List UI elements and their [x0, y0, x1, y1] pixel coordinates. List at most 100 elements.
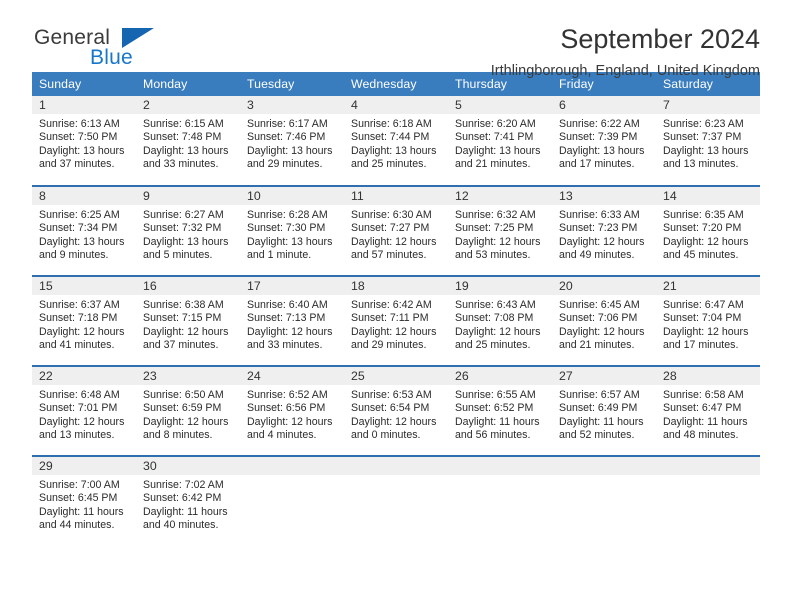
day-details: Sunrise: 6:37 AM Sunset: 7:18 PM Daylight:…	[32, 295, 136, 353]
day-number: 5	[448, 96, 552, 114]
calendar-day-cell[interactable]: 24 Sunrise: 6:52 AM Sunset: 6:56 PM Dayligh…	[240, 365, 344, 456]
day-number: 11	[344, 187, 448, 205]
calendar-day-cell[interactable]: 9 Sunrise: 6:27 AM Sunset: 7:32 PM Daylight…	[136, 185, 240, 276]
sunrise-time: Sunrise: 6:17 AM	[247, 118, 328, 130]
calendar-day-cell[interactable]: 6 Sunrise: 6:22 AM Sunset: 7:39 PM Daylight…	[552, 96, 656, 186]
day-number: 7	[656, 96, 760, 114]
calendar-week-row: 8 Sunrise: 6:25 AM Sunset: 7:34 PM Daylight…	[32, 185, 760, 276]
general-blue-logo[interactable]: General Blue	[32, 24, 202, 76]
calendar-day-cell[interactable]: 23 Sunrise: 6:50 AM Sunset: 6:59 PM Dayligh…	[136, 365, 240, 456]
calendar-day-cell[interactable]: 27 Sunrise: 6:57 AM Sunset: 6:49 PM Dayligh…	[552, 365, 656, 456]
sunrise-time: Sunrise: 6:22 AM	[559, 118, 640, 130]
calendar-day-cell[interactable]: 11 Sunrise: 6:30 AM Sunset: 7:27 PM Dayligh…	[344, 185, 448, 276]
calendar-day-cell[interactable]: 30 Sunrise: 7:02 AM Sunset: 6:42 PM Dayligh…	[136, 455, 240, 546]
day-details	[448, 475, 552, 479]
daylight-duration-line2: and 56 minutes.	[455, 429, 531, 442]
day-number: 1	[32, 96, 136, 114]
day-details	[656, 475, 760, 479]
sunrise-time: Sunrise: 6:23 AM	[663, 118, 744, 130]
sunset-time: Sunset: 7:18 PM	[39, 312, 118, 325]
day-number: 25	[344, 367, 448, 385]
calendar-day-cell[interactable]: 13 Sunrise: 6:33 AM Sunset: 7:23 PM Dayligh…	[552, 185, 656, 276]
daylight-duration-line1: Daylight: 13 hours	[143, 144, 229, 157]
day-details: Sunrise: 6:33 AM Sunset: 7:23 PM Daylight:…	[552, 205, 656, 263]
calendar-day-cell[interactable]: 14 Sunrise: 6:35 AM Sunset: 7:20 PM Dayligh…	[656, 185, 760, 276]
calendar-day-cell[interactable]: 1 Sunrise: 6:13 AM Sunset: 7:50 PM Daylight…	[32, 96, 136, 186]
calendar-day-cell[interactable]: 2 Sunrise: 6:15 AM Sunset: 7:48 PM Daylight…	[136, 96, 240, 186]
calendar-day-cell[interactable]: 29 Sunrise: 7:00 AM Sunset: 6:45 PM Dayligh…	[32, 455, 136, 546]
sunrise-time: Sunrise: 6:43 AM	[455, 299, 536, 311]
sunset-time: Sunset: 6:59 PM	[143, 402, 222, 415]
sunset-time: Sunset: 6:47 PM	[663, 402, 742, 415]
calendar-day-cell[interactable]: 8 Sunrise: 6:25 AM Sunset: 7:34 PM Daylight…	[32, 185, 136, 276]
sunset-time: Sunset: 7:25 PM	[455, 222, 534, 235]
page-subtitle: Irthlingborough, England, United Kingdom	[490, 63, 760, 80]
calendar-day-cell[interactable]: 18 Sunrise: 6:42 AM Sunset: 7:11 PM Dayligh…	[344, 275, 448, 366]
daylight-duration-line1: Daylight: 12 hours	[663, 235, 749, 248]
daylight-duration-line1: Daylight: 12 hours	[663, 325, 749, 338]
daylight-duration-line2: and 33 minutes.	[247, 339, 323, 352]
calendar-day-cell[interactable]: 3 Sunrise: 6:17 AM Sunset: 7:46 PM Daylight…	[240, 96, 344, 186]
calendar-cell-empty	[448, 455, 552, 546]
sunset-time: Sunset: 6:45 PM	[39, 492, 118, 505]
daylight-duration-line1: Daylight: 12 hours	[455, 325, 541, 338]
daylight-duration-line2: and 44 minutes.	[39, 519, 115, 532]
sunset-time: Sunset: 7:44 PM	[351, 131, 430, 144]
calendar-week-row: 22 Sunrise: 6:48 AM Sunset: 7:01 PM Dayligh…	[32, 365, 760, 456]
day-details: Sunrise: 6:23 AM Sunset: 7:37 PM Daylight:…	[656, 114, 760, 172]
calendar-day-cell[interactable]: 10 Sunrise: 6:28 AM Sunset: 7:30 PM Dayligh…	[240, 185, 344, 276]
calendar-day-cell[interactable]: 16 Sunrise: 6:38 AM Sunset: 7:15 PM Dayligh…	[136, 275, 240, 366]
day-details: Sunrise: 7:00 AM Sunset: 6:45 PM Daylight:…	[32, 475, 136, 533]
daylight-duration-line2: and 25 minutes.	[455, 339, 531, 352]
sunset-time: Sunset: 6:49 PM	[559, 402, 638, 415]
calendar-day-cell[interactable]: 26 Sunrise: 6:55 AM Sunset: 6:52 PM Dayligh…	[448, 365, 552, 456]
daylight-duration-line2: and 5 minutes.	[143, 249, 213, 262]
calendar-day-cell[interactable]: 20 Sunrise: 6:45 AM Sunset: 7:06 PM Dayligh…	[552, 275, 656, 366]
day-number: 30	[136, 457, 240, 475]
daylight-duration-line1: Daylight: 13 hours	[455, 144, 541, 157]
day-details: Sunrise: 6:22 AM Sunset: 7:39 PM Daylight:…	[552, 114, 656, 172]
day-details: Sunrise: 6:58 AM Sunset: 6:47 PM Daylight:…	[656, 385, 760, 443]
triangle-icon	[122, 28, 154, 48]
daylight-duration-line1: Daylight: 12 hours	[351, 325, 437, 338]
calendar-day-cell[interactable]: 25 Sunrise: 6:53 AM Sunset: 6:54 PM Dayligh…	[344, 365, 448, 456]
sunrise-time: Sunrise: 6:58 AM	[663, 389, 744, 401]
daylight-duration-line1: Daylight: 13 hours	[39, 144, 125, 157]
sunset-time: Sunset: 7:46 PM	[247, 131, 326, 144]
daylight-duration-line1: Daylight: 12 hours	[143, 415, 229, 428]
sunrise-time: Sunrise: 6:37 AM	[39, 299, 120, 311]
day-number: 21	[656, 277, 760, 295]
page-title: September 2024	[560, 24, 760, 54]
day-number	[448, 457, 552, 475]
sunrise-time: Sunrise: 6:52 AM	[247, 389, 328, 401]
daylight-duration-line1: Daylight: 11 hours	[143, 505, 228, 518]
daylight-duration-line2: and 13 minutes.	[39, 429, 115, 442]
calendar-day-cell[interactable]: 5 Sunrise: 6:20 AM Sunset: 7:41 PM Daylight…	[448, 96, 552, 186]
daylight-duration-line2: and 8 minutes.	[143, 429, 213, 442]
sunrise-time: Sunrise: 6:57 AM	[559, 389, 640, 401]
calendar-day-cell[interactable]: 28 Sunrise: 6:58 AM Sunset: 6:47 PM Dayligh…	[656, 365, 760, 456]
day-details: Sunrise: 6:52 AM Sunset: 6:56 PM Daylight:…	[240, 385, 344, 443]
day-details: Sunrise: 6:42 AM Sunset: 7:11 PM Daylight:…	[344, 295, 448, 353]
sunrise-time: Sunrise: 6:32 AM	[455, 209, 536, 221]
calendar-day-cell[interactable]: 22 Sunrise: 6:48 AM Sunset: 7:01 PM Dayligh…	[32, 365, 136, 456]
day-details: Sunrise: 6:13 AM Sunset: 7:50 PM Daylight:…	[32, 114, 136, 172]
sunrise-time: Sunrise: 6:27 AM	[143, 209, 224, 221]
calendar-day-cell[interactable]: 4 Sunrise: 6:18 AM Sunset: 7:44 PM Daylight…	[344, 96, 448, 186]
sunset-time: Sunset: 7:48 PM	[143, 131, 222, 144]
daylight-duration-line1: Daylight: 12 hours	[39, 325, 125, 338]
calendar-day-cell[interactable]: 12 Sunrise: 6:32 AM Sunset: 7:25 PM Dayligh…	[448, 185, 552, 276]
calendar-day-cell[interactable]: 7 Sunrise: 6:23 AM Sunset: 7:37 PM Daylight…	[656, 96, 760, 186]
daylight-duration-line1: Daylight: 11 hours	[559, 415, 644, 428]
calendar-day-cell[interactable]: 19 Sunrise: 6:43 AM Sunset: 7:08 PM Dayligh…	[448, 275, 552, 366]
calendar-day-cell[interactable]: 17 Sunrise: 6:40 AM Sunset: 7:13 PM Dayligh…	[240, 275, 344, 366]
calendar-week-row: 29 Sunrise: 7:00 AM Sunset: 6:45 PM Dayligh…	[32, 455, 760, 546]
sunrise-time: Sunrise: 6:30 AM	[351, 209, 432, 221]
daylight-duration-line1: Daylight: 12 hours	[143, 325, 229, 338]
calendar-day-cell[interactable]: 15 Sunrise: 6:37 AM Sunset: 7:18 PM Dayligh…	[32, 275, 136, 366]
calendar-day-cell[interactable]: 21 Sunrise: 6:47 AM Sunset: 7:04 PM Dayligh…	[656, 275, 760, 366]
weekday-header-wednesday: Wednesday	[344, 72, 448, 96]
daylight-duration-line1: Daylight: 12 hours	[559, 325, 645, 338]
daylight-duration-line2: and 52 minutes.	[559, 429, 635, 442]
day-number: 15	[32, 277, 136, 295]
